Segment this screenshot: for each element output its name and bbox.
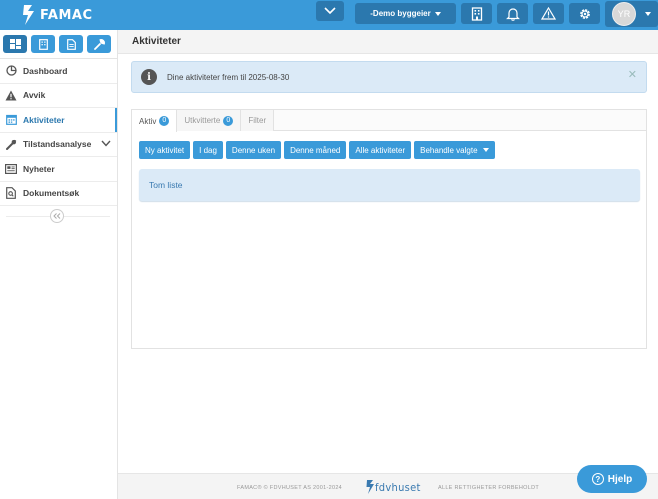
count-badge: 0: [159, 116, 170, 126]
tab-label: Aktiv: [139, 116, 157, 126]
famac-logo-icon: [23, 5, 34, 25]
famac-logo[interactable]: FAMAC: [22, 4, 93, 26]
wrench-icon: [5, 138, 17, 150]
action-buttons: Ny aktivitet I dag Denne uken Denne måne…: [139, 141, 495, 159]
caret-down-icon: [645, 12, 651, 16]
document-icon: [66, 38, 76, 50]
sidebar-item-dokumentsok[interactable]: Dokumentsøk: [0, 182, 117, 206]
sidebar-item-label: Dokumentsøk: [23, 188, 80, 199]
footer-rights: ALLE RETTIGHETER FORBEHOLDT: [438, 485, 540, 491]
sidebar-tab-documents[interactable]: [59, 35, 83, 53]
help-label: Hjelp: [607, 473, 633, 485]
tab-label: Utkvitterte: [184, 116, 221, 125]
settings-button[interactable]: [569, 3, 600, 24]
sidebar-item-label: Dashboard: [23, 65, 68, 76]
sidebar: Dashboard Avvik Aktiviteter Tilstandsana…: [0, 30, 118, 499]
warnings-button[interactable]: [533, 3, 564, 24]
building-icon: [471, 6, 482, 21]
double-chevron-left-icon: [53, 213, 61, 219]
fdvhuset-logo: fdvhuset: [366, 480, 421, 494]
activities-panel: Aktiv 0 Utkvitterte 0 Filter Ny aktivite…: [131, 109, 647, 349]
calendar-icon: [5, 114, 17, 126]
chevron-down-icon[interactable]: [101, 140, 111, 147]
logo-text: FAMAC: [40, 7, 93, 23]
question-icon: ?: [591, 473, 604, 485]
this-month-button[interactable]: Denne måned: [284, 141, 347, 159]
sidebar-tabs: [0, 30, 117, 59]
empty-list-message: Tom liste: [139, 169, 640, 201]
all-activities-button[interactable]: Alle aktiviteter: [349, 141, 412, 159]
notifications-button[interactable]: [497, 3, 528, 24]
sidebar-item-tilstandsanalyse[interactable]: Tilstandsanalyse: [0, 133, 117, 157]
this-week-button[interactable]: Denne uken: [225, 141, 282, 159]
top-bar: FAMAC -Demo byggeier YR: [0, 0, 658, 30]
caret-down-icon: [434, 11, 441, 16]
tab-label: Filter: [248, 116, 267, 125]
handle-selected-label: Behandle valgte: [420, 145, 478, 155]
gear-icon: [579, 8, 590, 19]
tenant-dropdown[interactable]: -Demo byggeier: [355, 3, 456, 24]
info-alert: i Dine aktiviteter frem til 2025-08-30 ✕: [131, 61, 647, 93]
sidebar-tab-dashboard[interactable]: [3, 35, 27, 53]
caret-down-icon: [482, 148, 489, 152]
sidebar-tab-buildings[interactable]: [31, 35, 55, 53]
sidebar-item-aktiviteter[interactable]: Aktiviteter: [0, 108, 117, 133]
warning-triangle-icon: [541, 7, 556, 20]
info-icon: i: [141, 69, 157, 85]
sidebar-item-avvik[interactable]: Avvik: [0, 84, 117, 108]
chevron-down-icon: [324, 7, 336, 15]
building-button[interactable]: [461, 3, 492, 24]
new-activity-button[interactable]: Ny aktivitet: [139, 141, 191, 159]
activity-tabs: Aktiv 0 Utkvitterte 0 Filter: [132, 110, 646, 132]
page-title: Aktiviteter: [118, 30, 658, 54]
sidebar-collapse-button[interactable]: [50, 209, 64, 223]
sidebar-tab-tools[interactable]: [87, 35, 111, 53]
bell-icon: [505, 7, 520, 21]
alert-text: Dine aktiviteter frem til 2025-08-30: [167, 72, 290, 82]
tab-utkvitterte[interactable]: Utkvitterte 0: [177, 110, 242, 131]
fdvhuset-logo-icon: [366, 480, 374, 494]
sidebar-item-dashboard[interactable]: Dashboard: [0, 59, 117, 84]
dashboard-grid-icon: [9, 39, 21, 49]
sidebar-item-label: Avvik: [23, 90, 46, 101]
sidebar-item-label: Nyheter: [23, 163, 55, 174]
header-collapse-button[interactable]: [316, 1, 344, 21]
help-button[interactable]: ? Hjelp: [577, 465, 647, 493]
user-menu[interactable]: YR: [605, 1, 658, 27]
avatar: YR: [612, 2, 636, 26]
today-button[interactable]: I dag: [193, 141, 223, 159]
warning-icon: [5, 89, 17, 101]
building-icon: [38, 38, 48, 50]
tenant-label: -Demo byggeier: [370, 9, 431, 18]
fdvhuset-logo-text: fdvhuset: [375, 480, 421, 494]
sidebar-item-label: Aktiviteter: [23, 114, 65, 125]
footer-copyright: FAMAC® © FDVHUSET AS 2001-2024: [237, 485, 343, 491]
close-icon[interactable]: ✕: [628, 68, 637, 81]
sidebar-item-nyheter[interactable]: Nyheter: [0, 157, 117, 182]
sidebar-item-label: Tilstandsanalyse: [23, 139, 92, 150]
tab-aktiv[interactable]: Aktiv 0: [132, 110, 178, 132]
count-badge: 0: [223, 115, 234, 126]
wrench-icon: [93, 38, 105, 50]
file-search-icon: [5, 187, 17, 200]
tab-filter[interactable]: Filter: [241, 110, 275, 131]
handle-selected-dropdown[interactable]: Behandle valgte: [414, 141, 495, 159]
pie-chart-icon: [5, 65, 17, 77]
newspaper-icon: [5, 163, 17, 175]
